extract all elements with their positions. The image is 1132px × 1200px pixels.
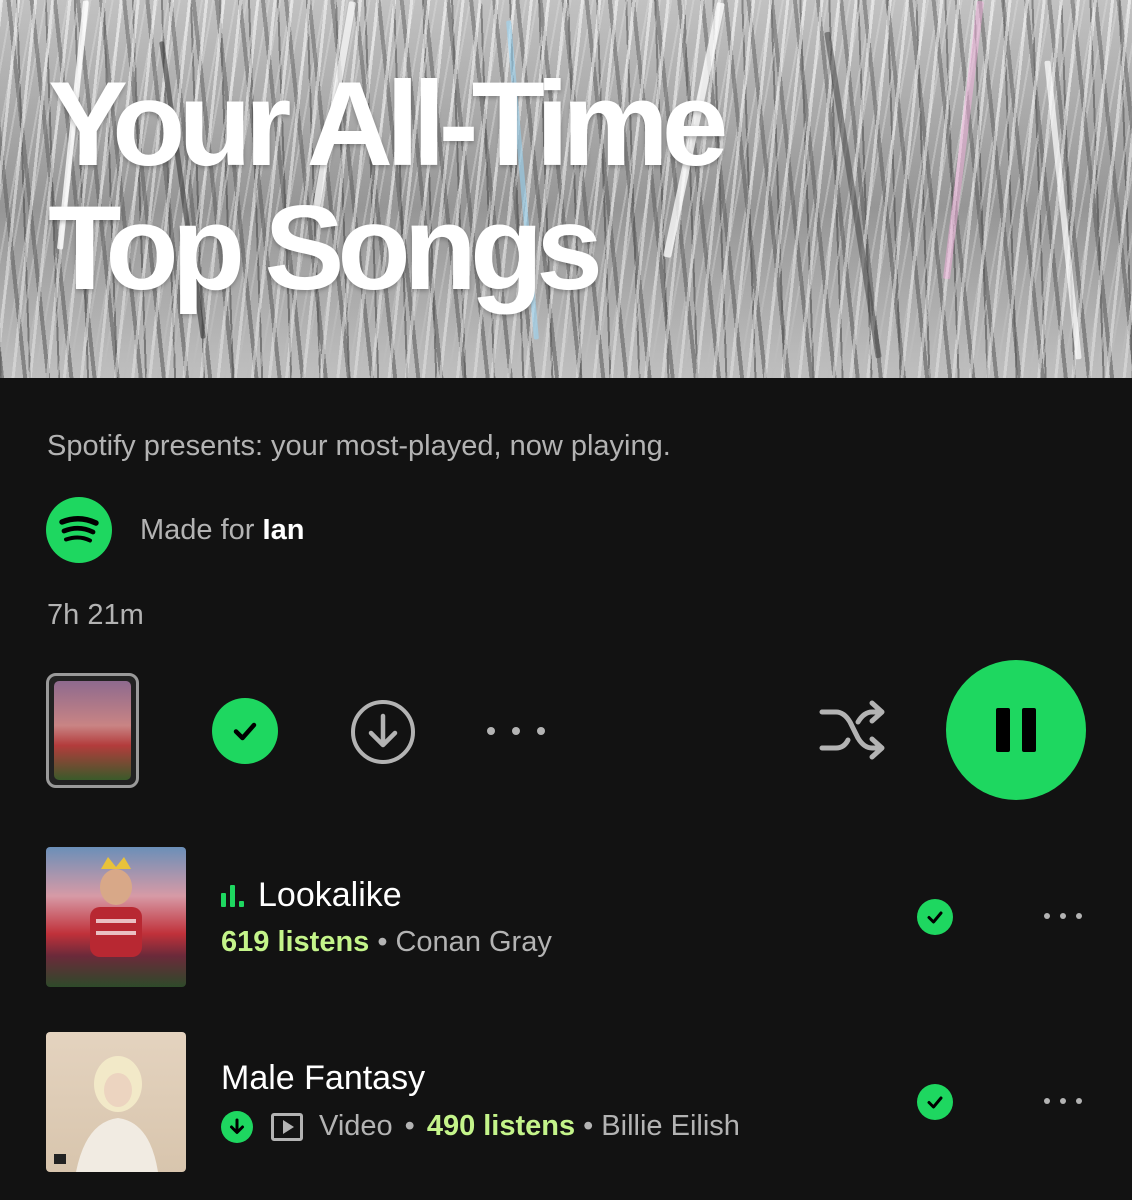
separator-dot: • [583,1110,594,1142]
downloaded-icon [221,1110,253,1143]
track-more-icon[interactable] [1044,910,1082,922]
pause-button[interactable] [946,660,1086,800]
album-art [46,847,186,987]
track-row[interactable]: Lookalike 619 listens • Conan Gray [0,847,1132,987]
listen-count: 490 listens [426,1110,576,1142]
made-for-user[interactable]: Ian [263,514,305,546]
track-title[interactable]: Male Fantasy [221,1059,425,1098]
playlist-description: Spotify presents: your most-played, now … [47,430,671,462]
track-more-icon[interactable] [1044,1095,1082,1107]
playlist-cover-thumbnail[interactable] [46,673,139,788]
album-art [46,1032,186,1172]
track-artist[interactable]: Billie Eilish [601,1110,740,1143]
shuffle-icon[interactable] [818,700,888,760]
video-icon [271,1112,303,1141]
spotify-logo-icon [46,497,112,563]
track-title[interactable]: Lookalike [221,876,402,915]
saved-check-icon[interactable] [917,1084,953,1120]
track-artist[interactable]: Conan Gray [395,926,551,959]
separator-dot: • [377,926,388,958]
equalizer-icon [221,884,244,907]
made-for-prefix: Made for [140,513,255,546]
title-line-2: Top Songs [48,181,603,315]
separator-dot: • [404,1110,415,1142]
track-subtitle: 619 listens • Conan Gray [221,926,552,959]
made-for-row[interactable]: Made for Ian [46,497,304,563]
title-line-1: Your All-Time [48,57,729,191]
page-title: Your All-Time Top Songs [48,62,948,310]
cover-art [54,681,131,780]
track-title-text: Lookalike [258,876,402,914]
playlist-header-image: Your All-Time Top Songs [0,0,1132,378]
made-for-text: Made for Ian [140,514,304,547]
pause-icon [996,708,1036,752]
video-label: Video [319,1110,393,1142]
listen-count: 619 listens [221,926,370,958]
download-circle-icon[interactable] [350,699,416,765]
saved-check-icon[interactable] [212,698,278,764]
saved-check-icon[interactable] [917,899,953,935]
more-options-icon[interactable] [487,716,545,746]
playlist-duration: 7h 21m [47,599,144,631]
track-subtitle: Video • 490 listens • Billie Eilish [221,1110,740,1143]
track-row[interactable]: Male Fantasy Video • 490 listens • Billi… [0,1032,1132,1172]
